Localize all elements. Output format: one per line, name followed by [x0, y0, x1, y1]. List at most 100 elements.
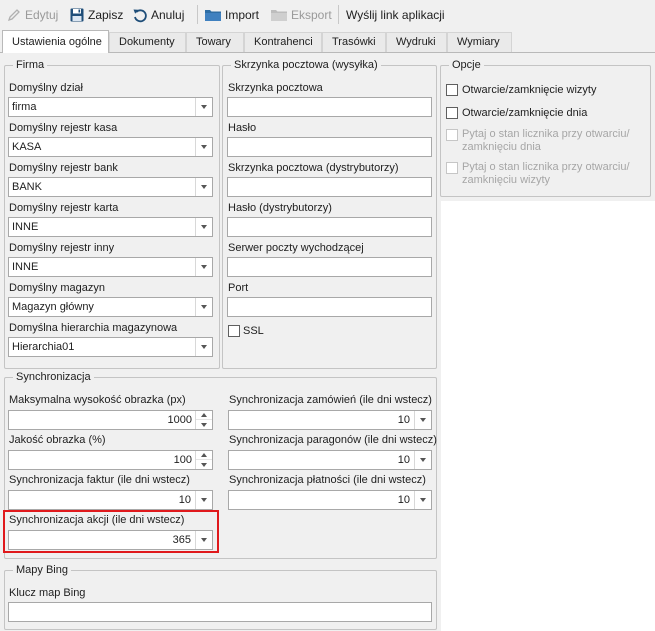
ask-counter-visit-label: Pytaj o stan licznika przy otwarciu/ — [462, 161, 630, 173]
import-button[interactable]: Import — [204, 5, 259, 25]
pencil-icon — [6, 7, 22, 23]
default-warehouse-hierarchy-label: Domyślna hierarchia magazynowa — [9, 322, 178, 334]
save-button[interactable]: Zapisz — [69, 5, 123, 25]
chevron-down-icon[interactable] — [195, 338, 212, 356]
sync-receipts-combo[interactable]: 10 — [228, 450, 432, 470]
port-label: Port — [228, 282, 249, 294]
toolbar-divider — [197, 5, 198, 24]
ask-counter-visit-label-line2: zamknięciu wizyty — [462, 174, 551, 186]
bing-maps-group-title: Mapy Bing — [13, 564, 71, 576]
sync-orders-combo[interactable]: 10 — [228, 410, 432, 430]
combo-value: INNE — [12, 261, 39, 273]
chevron-down-icon[interactable] — [195, 218, 212, 236]
mailbox-distributors-input[interactable] — [227, 177, 432, 197]
ask-counter-day-checkbox[interactable] — [446, 129, 458, 141]
password-distributors-label: Hasło (dystrybutorzy) — [228, 202, 332, 214]
chevron-down-icon[interactable] — [195, 258, 212, 276]
chevron-down-icon[interactable] — [414, 411, 431, 429]
chevron-down-icon[interactable] — [195, 178, 212, 196]
password-distributors-input[interactable] — [227, 217, 432, 237]
default-card-register-combo[interactable]: INNE — [8, 217, 213, 237]
chevron-down-icon[interactable] — [195, 138, 212, 156]
chevron-down-icon[interactable] — [414, 491, 431, 509]
sync-invoices-combo[interactable]: 10 — [8, 490, 213, 510]
image-quality-spinner[interactable]: 100 — [8, 450, 213, 470]
tab-general-settings[interactable]: Ustawienia ogólne — [2, 30, 109, 53]
chevron-down-icon[interactable] — [195, 298, 212, 316]
sync-payments-combo[interactable]: 10 — [228, 490, 432, 510]
chevron-down-icon[interactable] — [195, 98, 212, 116]
spinner-arrows[interactable] — [195, 411, 212, 429]
chevron-down-icon[interactable] — [414, 451, 431, 469]
tab-label: Ustawienia ogólne — [12, 36, 102, 48]
default-bank-register-label: Domyślny rejestr bank — [9, 162, 118, 174]
bing-key-input[interactable] — [8, 602, 432, 622]
default-department-combo[interactable]: firma — [8, 97, 213, 117]
combo-value: INNE — [12, 221, 39, 233]
port-input[interactable] — [227, 297, 432, 317]
edit-label: Edytuj — [25, 8, 59, 22]
send-app-link-button[interactable]: Wyślij link aplikacji — [346, 5, 445, 25]
tab-contractors[interactable]: Kontrahenci — [244, 32, 322, 52]
toolbar-divider — [338, 5, 339, 24]
tab-documents[interactable]: Dokumenty — [109, 32, 186, 52]
spinner-arrows[interactable] — [195, 451, 212, 469]
default-other-register-combo[interactable]: INNE — [8, 257, 213, 277]
tab-label: Kontrahenci — [254, 36, 313, 48]
firma-group-title: Firma — [13, 59, 48, 71]
default-warehouse-combo[interactable]: Magazyn główny — [8, 297, 213, 317]
default-card-register-label: Domyślny rejestr karta — [9, 202, 119, 214]
ask-counter-day-label: Pytaj o stan licznika przy otwarciu/ — [462, 128, 630, 140]
max-image-height-spinner[interactable]: 1000 — [8, 410, 213, 430]
cancel-button[interactable]: Anuluj — [132, 5, 184, 25]
combo-value: 10 — [397, 494, 410, 506]
undo-icon — [132, 7, 148, 23]
max-image-height-label: Maksymalna wysokość obrazka (px) — [9, 394, 186, 406]
edit-button[interactable]: Edytuj — [6, 5, 58, 25]
combo-value: 10 — [397, 454, 410, 466]
tab-dimensions[interactable]: Wymiary — [447, 32, 512, 52]
combo-value: BANK — [12, 181, 42, 193]
mailbox-distributors-label: Skrzynka pocztowa (dystrybutorzy) — [228, 162, 399, 174]
arrow-down-icon[interactable] — [196, 420, 212, 429]
tab-label: Trasówki — [332, 36, 376, 48]
tab-label: Towary — [196, 36, 231, 48]
folder-icon — [204, 7, 222, 23]
default-warehouse-hierarchy-combo[interactable]: Hierarchia01 — [8, 337, 213, 357]
options-group-title: Opcje — [449, 59, 484, 71]
default-cash-register-combo[interactable]: KASA — [8, 137, 213, 157]
combo-value: Magazyn główny — [12, 301, 94, 313]
ssl-label: SSL — [243, 325, 264, 337]
tab-products[interactable]: Towary — [186, 32, 244, 52]
tab-strip: Ustawienia ogólne Dokumenty Towary Kontr… — [0, 30, 655, 53]
default-bank-register-combo[interactable]: BANK — [8, 177, 213, 197]
send-app-link-label: Wyślij link aplikacji — [346, 8, 445, 22]
open-close-visit-label: Otwarcie/zamknięcie wizyty — [462, 84, 597, 96]
combo-value: firma — [12, 101, 37, 113]
export-button[interactable]: Eksport — [270, 5, 332, 25]
arrow-down-icon[interactable] — [196, 460, 212, 469]
tab-printouts[interactable]: Wydruki — [386, 32, 447, 52]
smtp-server-label: Serwer poczty wychodzącej — [228, 242, 364, 254]
tab-label: Wymiary — [457, 36, 500, 48]
default-warehouse-label: Domyślny magazyn — [9, 282, 105, 294]
combo-value: 10 — [397, 414, 410, 426]
arrow-up-icon[interactable] — [196, 411, 212, 420]
open-close-visit-checkbox[interactable] — [446, 84, 458, 96]
tab-routes[interactable]: Trasówki — [322, 32, 386, 52]
ssl-checkbox[interactable] — [228, 325, 240, 337]
default-cash-register-label: Domyślny rejestr kasa — [9, 122, 118, 134]
open-close-day-checkbox[interactable] — [446, 107, 458, 119]
tab-label: Dokumenty — [119, 36, 175, 48]
arrow-up-icon[interactable] — [196, 451, 212, 460]
mailbox-input[interactable] — [227, 97, 432, 117]
import-label: Import — [225, 8, 260, 22]
chevron-down-icon[interactable] — [195, 491, 212, 509]
mailbox-group-title: Skrzynka pocztowa (wysyłka) — [231, 59, 381, 71]
ask-counter-visit-checkbox[interactable] — [446, 162, 458, 174]
password-input[interactable] — [227, 137, 432, 157]
sync-group-title: Synchronizacja — [13, 371, 94, 383]
bing-key-label: Klucz map Bing — [9, 587, 86, 599]
combo-value: 10 — [178, 494, 191, 506]
smtp-server-input[interactable] — [227, 257, 432, 277]
